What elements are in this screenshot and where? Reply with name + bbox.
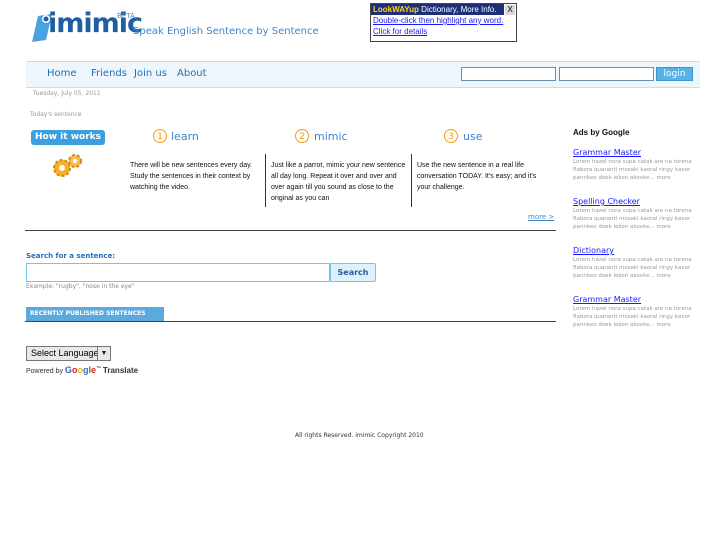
search-label: Search for a sentence: <box>26 252 116 260</box>
lookwayup-brand: LookWAYup <box>373 5 419 14</box>
step-1-text: There will be new sentences every day. S… <box>130 162 253 191</box>
ad-title[interactable]: Grammar Master <box>573 148 641 157</box>
step-2-label: mimic <box>314 130 348 143</box>
powered-by-text: Powered by <box>26 368 63 375</box>
password-input[interactable] <box>559 67 654 81</box>
lookwayup-header-text: Dictionary, More Info. <box>418 5 497 14</box>
google-logo: Google <box>64 365 96 375</box>
section-divider <box>25 321 556 322</box>
step-3-label: use <box>463 130 483 143</box>
how-it-works-badge: How it works <box>31 130 105 145</box>
search-input[interactable] <box>26 263 330 282</box>
username-input[interactable] <box>461 67 556 81</box>
step-1-label: learn <box>171 130 199 143</box>
search-example: Example: "rugby", "nose in the eye" <box>26 283 135 290</box>
gears-icon <box>53 154 82 177</box>
tagline: Speak English Sentence by Sentence <box>133 26 319 37</box>
ad-description: Lorem hazel nora supa catak are na toren… <box>573 208 692 230</box>
language-select-label: Select Language <box>31 348 99 358</box>
ad-title[interactable]: Spelling Checker <box>573 197 640 206</box>
language-select[interactable]: Select Language ▼ <box>26 346 111 361</box>
ads-heading: Ads by Google <box>573 128 630 137</box>
lookwayup-line2[interactable]: Click for details <box>371 26 516 37</box>
more-link[interactable]: more > <box>528 213 554 221</box>
trademark: ™ <box>95 365 101 372</box>
ad-title[interactable]: Grammar Master <box>573 295 641 304</box>
step-3-number: 3 <box>444 129 458 143</box>
translate-text: Translate <box>102 366 139 375</box>
nav-join-us[interactable]: Join us <box>134 68 167 79</box>
nav-friends[interactable]: Friends <box>91 68 127 79</box>
todays-sentence-label: Today's sentence <box>30 111 82 118</box>
ad-description: Lorem hazel nora supa catak are na toren… <box>573 159 692 181</box>
step-3-text: Use the new sentence in a real life conv… <box>417 162 537 191</box>
section-divider <box>25 230 556 231</box>
nav-home[interactable]: Home <box>47 68 77 79</box>
chevron-down-icon: ▼ <box>97 347 110 360</box>
step-2-number: 2 <box>295 129 309 143</box>
step-2-text: Just like a parrot, mimic your new sente… <box>271 162 406 202</box>
step-1-number: 1 <box>153 129 167 143</box>
current-date: Tuesday, July 05, 2011 <box>33 90 101 97</box>
lookwayup-box: LookWAYup Dictionary, More Info. X Doubl… <box>370 3 517 42</box>
lookwayup-line1[interactable]: Double-click then highlight any word. <box>371 15 516 26</box>
divider <box>265 154 266 207</box>
ad-title[interactable]: Dictionary <box>573 246 614 255</box>
recent-sentences-tab[interactable]: RECENTLY PUBLISHED SENTENCES <box>26 307 164 321</box>
ad-description: Lorem hazel nora supa catak are na toren… <box>573 306 692 328</box>
close-icon[interactable]: X <box>504 4 516 16</box>
lookwayup-header: LookWAYup Dictionary, More Info. <box>371 4 516 15</box>
powered-by-google-translate[interactable]: Powered by Google™ Translate <box>26 365 138 375</box>
footer-copyright: All rights Reserved. imimic Copyright 20… <box>295 432 424 439</box>
login-button[interactable]: login <box>656 67 693 81</box>
search-button[interactable]: Search <box>330 263 376 282</box>
beta-badge: BETA <box>117 12 135 20</box>
nav-about[interactable]: About <box>177 68 207 79</box>
ad-description: Lorem hazel nora supa catak are na toren… <box>573 257 692 279</box>
divider <box>411 154 412 207</box>
